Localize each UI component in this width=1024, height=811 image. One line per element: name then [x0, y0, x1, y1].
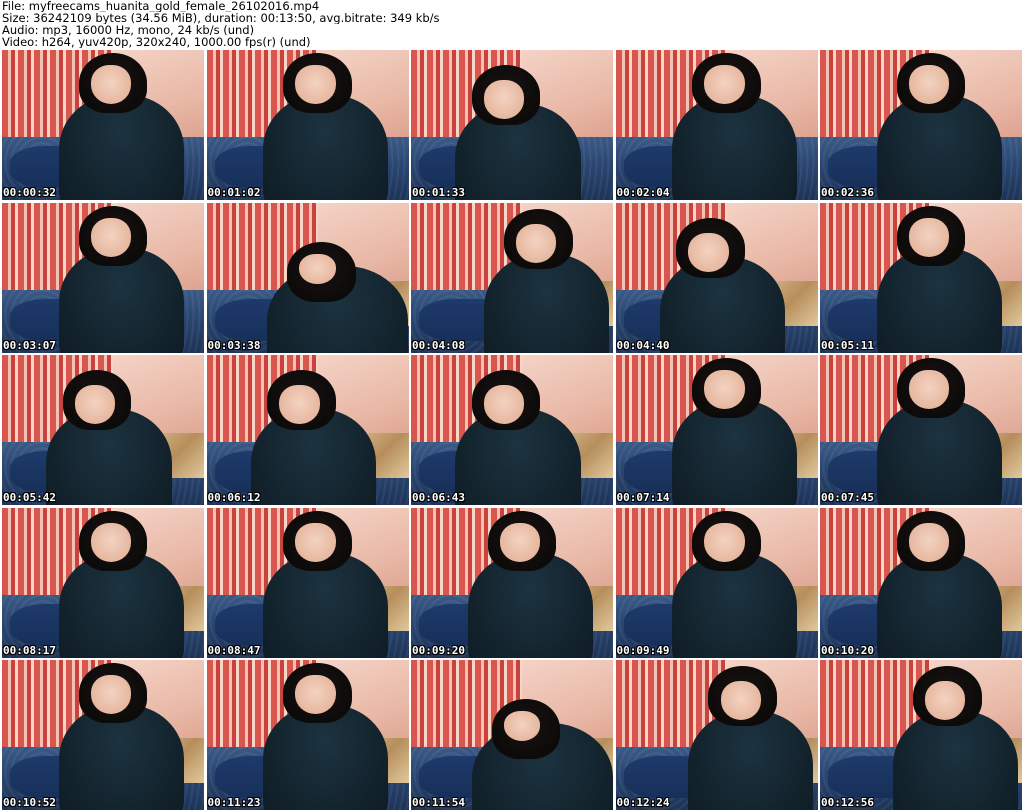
thumbnail-timestamp: 00:05:42 [3, 491, 56, 504]
thumbnail-timestamp: 00:03:07 [3, 338, 56, 352]
thumbnail-timestamp: 00:09:49 [616, 643, 670, 657]
video-thumbnail[interactable]: 00:12:24 [615, 660, 818, 810]
video-thumbnail[interactable]: 00:01:33 [411, 50, 613, 200]
video-thumbnail[interactable]: 00:09:20 [411, 507, 613, 658]
video-thumbnail[interactable]: 00:06:12 [206, 355, 409, 505]
video-thumbnail[interactable]: 00:05:42 [2, 355, 204, 505]
thumbnail-timestamp: 00:12:56 [821, 796, 874, 809]
thumbnail-timestamp: 00:12:24 [616, 796, 670, 809]
video-thumbnail[interactable]: 00:04:40 [615, 202, 818, 353]
thumbnail-image [2, 50, 204, 200]
thumbnail-timestamp: 00:11:54 [412, 796, 465, 809]
video-thumbnail[interactable]: 00:07:45 [820, 355, 1022, 505]
thumbnail-timestamp: 00:10:20 [821, 643, 874, 657]
video-thumbnail[interactable]: 00:02:04 [615, 50, 818, 200]
video-thumbnail[interactable]: 00:05:11 [820, 202, 1022, 353]
file-info-header: File: myfreecams_huanita_gold_female_261… [2, 0, 1022, 48]
thumbnail-timestamp: 00:11:23 [207, 796, 261, 809]
file-size-line: Size: 36242109 bytes (34.56 MiB), durati… [2, 12, 440, 24]
thumbnail-timestamp: 00:04:08 [412, 338, 465, 352]
thumbnail-image [615, 50, 818, 200]
video-thumbnail[interactable]: 00:08:47 [206, 507, 409, 658]
thumbnail-image [411, 355, 613, 505]
thumbnail-image [206, 202, 409, 353]
file-name-line: File: myfreecams_huanita_gold_female_261… [2, 0, 320, 12]
video-thumbnail[interactable]: 00:00:32 [2, 50, 204, 200]
video-thumbnail[interactable]: 00:07:14 [615, 355, 818, 505]
thumbnail-timestamp: 00:05:11 [821, 338, 874, 352]
thumbnail-image [615, 660, 818, 810]
video-thumbnail[interactable]: 00:11:54 [411, 660, 613, 810]
thumbnail-timestamp: 00:01:33 [412, 186, 465, 199]
video-thumbnail[interactable]: 00:09:49 [615, 507, 818, 658]
thumbnail-image [820, 202, 1022, 353]
thumbnail-timestamp: 00:01:02 [207, 186, 261, 199]
video-info-line: Video: h264, yuv420p, 320x240, 1000.00 f… [2, 36, 311, 48]
thumbnail-image [206, 50, 409, 200]
video-thumbnail[interactable]: 00:10:20 [820, 507, 1022, 658]
thumbnail-timestamp: 00:06:43 [412, 491, 465, 504]
thumbnail-image [411, 50, 613, 200]
video-thumbnail[interactable]: 00:04:08 [411, 202, 613, 353]
video-thumbnail[interactable]: 00:06:43 [411, 355, 613, 505]
thumbnail-image [820, 507, 1022, 658]
thumbnail-image [411, 507, 613, 658]
thumbnail-timestamp: 00:02:04 [616, 186, 670, 199]
thumbnail-image [615, 355, 818, 505]
thumbnail-image [206, 507, 409, 658]
video-thumbnail[interactable]: 00:12:56 [820, 660, 1022, 810]
thumbnail-image [2, 355, 204, 505]
video-thumbnail[interactable]: 00:10:52 [2, 660, 204, 810]
thumbnail-timestamp: 00:09:20 [412, 643, 465, 657]
video-thumbnail[interactable]: 00:01:02 [206, 50, 409, 200]
thumbnail-timestamp: 00:07:45 [821, 491, 874, 504]
thumbnail-image [615, 202, 818, 353]
thumbnail-image [411, 660, 613, 810]
thumbnail-image [820, 50, 1022, 200]
thumbnail-image [615, 507, 818, 658]
video-thumbnail[interactable]: 00:11:23 [206, 660, 409, 810]
audio-info-line: Audio: mp3, 16000 Hz, mono, 24 kb/s (und… [2, 24, 255, 36]
thumbnail-timestamp: 00:02:36 [821, 186, 874, 199]
thumbnail-timestamp: 00:00:32 [3, 186, 56, 199]
thumbnail-image [206, 355, 409, 505]
thumbnail-image [206, 660, 409, 810]
thumbnail-image [820, 355, 1022, 505]
thumbnail-image [411, 202, 613, 353]
video-thumbnail[interactable]: 00:03:38 [206, 202, 409, 353]
video-thumbnail[interactable]: 00:08:17 [2, 507, 204, 658]
thumbnail-timestamp: 00:03:38 [207, 338, 261, 352]
thumbnail-grid: 00:00:32 00:01:02 00:01:33 00:02:04 00:0… [2, 50, 1022, 810]
thumbnail-timestamp: 00:06:12 [207, 491, 261, 504]
thumbnail-timestamp: 00:08:47 [207, 643, 261, 657]
video-thumbnail[interactable]: 00:03:07 [2, 202, 204, 353]
thumbnail-image [2, 660, 204, 810]
thumbnail-image [820, 660, 1022, 810]
thumbnail-image [2, 507, 204, 658]
thumbnail-timestamp: 00:07:14 [616, 491, 670, 504]
thumbnail-timestamp: 00:08:17 [3, 643, 56, 657]
thumbnail-timestamp: 00:04:40 [616, 338, 670, 352]
thumbnail-timestamp: 00:10:52 [3, 796, 56, 809]
video-thumbnail[interactable]: 00:02:36 [820, 50, 1022, 200]
thumbnail-image [2, 202, 204, 353]
